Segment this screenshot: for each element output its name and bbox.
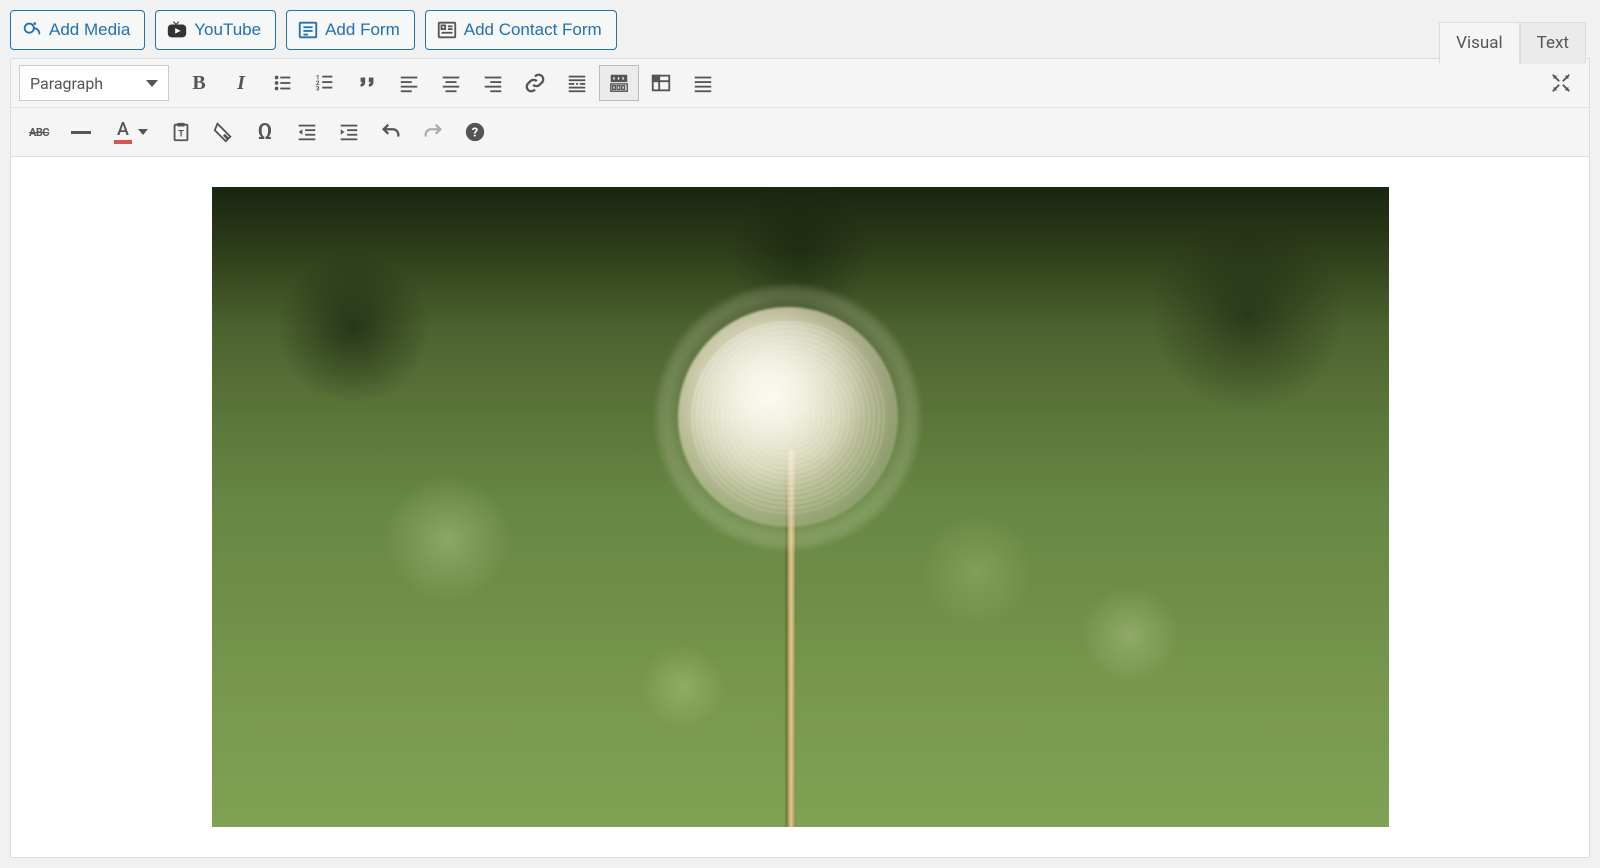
indent-button[interactable] (329, 114, 369, 150)
special-char-button[interactable]: Ω (245, 114, 285, 150)
justify-button[interactable] (683, 65, 723, 101)
toolbar-toggle-button[interactable] (599, 65, 639, 101)
text-color-icon: A (114, 121, 132, 144)
bullet-list-button[interactable] (263, 65, 303, 101)
add-form-button[interactable]: Add Form (286, 10, 415, 50)
svg-text:T: T (178, 130, 184, 140)
add-media-label: Add Media (49, 20, 130, 40)
bold-button[interactable]: B (179, 65, 219, 101)
paste-text-button[interactable]: T (161, 114, 201, 150)
help-button[interactable]: ? (455, 114, 495, 150)
align-left-button[interactable] (389, 65, 429, 101)
blockquote-button[interactable] (347, 65, 387, 101)
add-contact-form-label: Add Contact Form (464, 20, 602, 40)
content-inner (212, 187, 1389, 827)
caret-down-icon (138, 129, 148, 135)
media-icon (21, 19, 43, 41)
table-button[interactable] (641, 65, 681, 101)
readmore-button[interactable] (557, 65, 597, 101)
strikethrough-button[interactable]: ABC (19, 114, 59, 150)
format-select[interactable]: Paragraph (19, 65, 169, 101)
link-button[interactable] (515, 65, 555, 101)
tab-text[interactable]: Text (1520, 22, 1586, 64)
tab-visual[interactable]: Visual (1439, 22, 1519, 64)
add-form-label: Add Form (325, 20, 400, 40)
align-right-button[interactable] (473, 65, 513, 101)
format-select-label: Paragraph (30, 74, 103, 93)
toolbar: Paragraph B I 123 (10, 58, 1590, 157)
youtube-button[interactable]: YouTube (155, 10, 276, 50)
dandelion-seedhead (678, 307, 898, 527)
toolbar-row-2: ABC A T Ω (11, 108, 1589, 156)
contact-form-icon (436, 19, 458, 41)
svg-text:?: ? (472, 126, 478, 141)
text-color-button[interactable]: A (103, 114, 159, 150)
editor-container: Add Media YouTube Add Form Add Contact F… (0, 0, 1600, 868)
youtube-label: YouTube (194, 20, 261, 40)
ordered-list-button[interactable]: 123 (305, 65, 345, 101)
align-center-button[interactable] (431, 65, 471, 101)
clear-formatting-button[interactable] (203, 114, 243, 150)
outdent-button[interactable] (287, 114, 327, 150)
undo-button[interactable] (371, 114, 411, 150)
horizontal-rule-button[interactable] (61, 114, 101, 150)
add-contact-form-button[interactable]: Add Contact Form (425, 10, 617, 50)
italic-button[interactable]: I (221, 65, 261, 101)
youtube-icon (166, 19, 188, 41)
add-media-button[interactable]: Add Media (10, 10, 145, 50)
editor-content-area[interactable] (10, 157, 1590, 858)
form-icon (297, 19, 319, 41)
svg-text:3: 3 (316, 84, 320, 92)
content-image[interactable] (212, 187, 1389, 827)
caret-down-icon (146, 80, 158, 87)
hr-icon (71, 131, 91, 134)
redo-button[interactable] (413, 114, 453, 150)
toolbar-row-1: Paragraph B I 123 (11, 59, 1589, 108)
media-buttons-row: Add Media YouTube Add Form Add Contact F… (10, 10, 1590, 50)
editor-tabs: Visual Text (1439, 22, 1586, 64)
fullscreen-button[interactable] (1543, 65, 1579, 101)
